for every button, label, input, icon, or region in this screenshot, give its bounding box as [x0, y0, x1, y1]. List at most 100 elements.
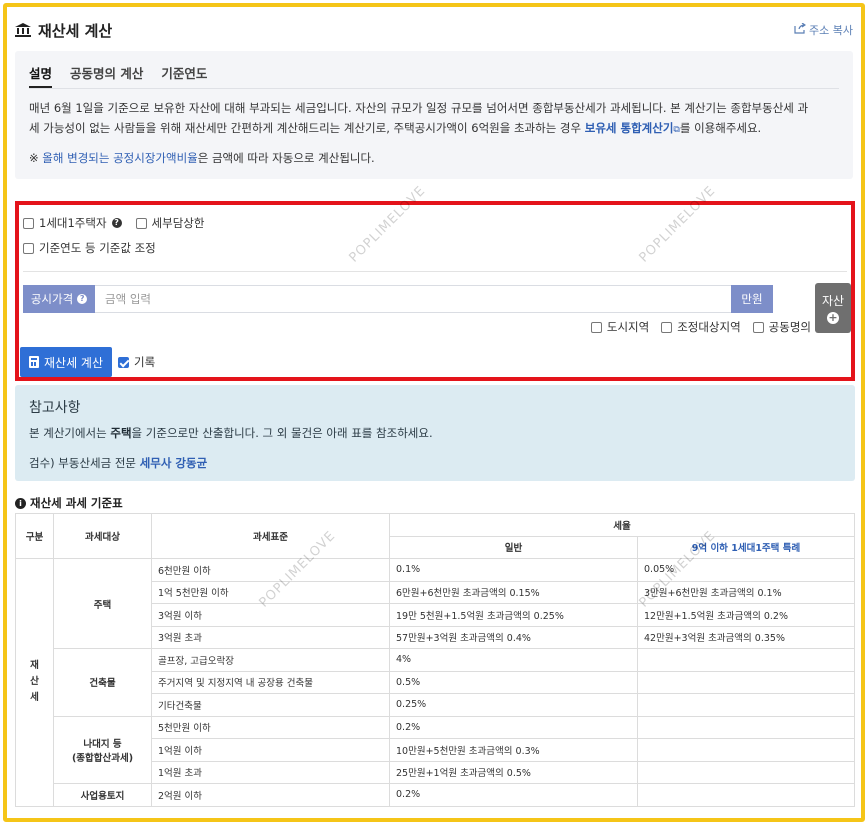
- reviewer-link[interactable]: 세무사 강동균: [140, 456, 207, 470]
- table-body: 재 산 세 주택 6천만원 이하 0.1% 0.05% 1억 5천만원 이하 6만원+6천만…: [15, 558, 855, 807]
- reference-text-post: 을 기준으로만 산출합니다. 그 외 물건은 아래 표를 참조하세요.: [131, 426, 433, 440]
- tab-joint-ownership[interactable]: 공동명의 계산: [70, 63, 143, 88]
- description-line-1: 매년 6월 1일을 기준으로 보유한 자산에 대해 부과되는 세금입니다. 자산…: [29, 101, 809, 115]
- table-title: i 재산세 과세 기준표: [15, 495, 123, 511]
- record-box[interactable]: [118, 356, 129, 368]
- general-cell: 4%: [389, 648, 638, 672]
- note-text: 은 금액에 따라 자동으로 계산됩니다.: [197, 151, 375, 165]
- joint-ownership-checkbox[interactable]: 공동명의: [752, 319, 811, 335]
- header-target: 과세대상: [53, 513, 152, 559]
- standard-cell: 5천만원 이하: [151, 715, 390, 739]
- description-line-2: 세 가능성이 없는 사람들을 위해 재산세만 간편하게 계산해드리는 계산기로,…: [29, 118, 839, 140]
- fair-market-ratio-link[interactable]: 올해 변경되는 공정시장가액비율: [42, 151, 197, 165]
- price-label-text: 공시가격: [30, 292, 74, 306]
- holding-tax-calculator-link[interactable]: 보유세 통합계산기: [585, 121, 674, 135]
- price-input[interactable]: [95, 285, 731, 313]
- record-checkbox[interactable]: 기록: [118, 354, 155, 370]
- special-cell: [637, 648, 855, 672]
- single-house-checkbox[interactable]: 1세대1주택자 ?: [23, 215, 122, 231]
- header-rate: 세율: [389, 513, 855, 537]
- add-asset-button[interactable]: 자산 +: [815, 283, 851, 333]
- page-title: 재산세 계산: [38, 21, 113, 40]
- calculate-button-label: 재산세 계산: [43, 355, 103, 370]
- calculator-icon: [28, 356, 39, 368]
- header: 재산세 계산 주소 복사: [15, 13, 853, 47]
- standard-cell: 3억원 이하: [151, 603, 390, 627]
- header-category: 구분: [15, 513, 54, 559]
- reference-text: 본 계산기에서는 주택을 기준으로만 산출합니다. 그 외 물건은 아래 표를 …: [29, 425, 841, 441]
- special-cell: [637, 670, 855, 694]
- price-input-row: 공시가격 ? 만원: [23, 285, 773, 313]
- help-icon[interactable]: ?: [111, 218, 122, 228]
- base-adjust-label: 기준연도 등 기준값 조정: [39, 241, 156, 255]
- special-cell: [637, 783, 855, 807]
- joint-ownership-label: 공동명의: [768, 320, 811, 334]
- content: 재산세 계산 주소 복사 설명 공동명의 계산 기준연도 매년 6월 1일을 기…: [15, 13, 855, 807]
- calculator-panel: 1세대1주택자 ? 세부담상한 기준연도 등 기준값 조정 공시가격 ? 금액 …: [15, 201, 855, 381]
- general-cell: 10만원+5천만원 초과금액의 0.3%: [389, 738, 638, 762]
- table-row: 재 산 세 주택 6천만원 이하 0.1% 0.05%: [15, 558, 855, 807]
- description-line-2-text: 세 가능성이 없는 사람들을 위해 재산세만 간편하게 계산해드리는 계산기로,…: [29, 121, 585, 135]
- special-cell: 3만원+6천만원 초과금액의 0.1%: [637, 580, 855, 604]
- general-cell: 0.2%: [389, 783, 638, 807]
- adjusted-area-box[interactable]: [661, 321, 673, 333]
- urban-area-label: 도시지역: [606, 320, 650, 334]
- standard-cell: 6천만원 이하: [151, 558, 390, 582]
- standard-cell: 1억 5천만원 이하: [151, 580, 390, 604]
- single-house-box[interactable]: [23, 217, 34, 229]
- special-cell: [637, 693, 855, 717]
- general-cell: 0.25%: [389, 693, 638, 717]
- adjusted-area-checkbox[interactable]: 조정대상지역: [661, 319, 741, 335]
- single-house-label: 1세대1주택자: [39, 216, 107, 230]
- general-cell: 0.5%: [389, 670, 638, 694]
- tab-bar: 설명 공동명의 계산 기준연도: [29, 63, 839, 89]
- copy-address-link[interactable]: 주소 복사: [794, 22, 853, 38]
- standard-cell: 3억원 초과: [151, 625, 390, 649]
- standard-cell: 기타건축물: [151, 693, 390, 717]
- add-asset-label: 자산: [821, 294, 845, 308]
- description-text: 매년 6월 1일을 기준으로 보유한 자산에 대해 부과되는 세금입니다. 자산…: [29, 98, 839, 140]
- tax-table: 구분 과세대상 과세표준 세율 일반 9억 이하 1세대1주택 특례 재 산 세…: [15, 513, 855, 807]
- page-frame: 재산세 계산 주소 복사 설명 공동명의 계산 기준연도 매년 6월 1일을 기…: [3, 3, 865, 822]
- price-label: 공시가격 ?: [23, 285, 95, 313]
- tax-cap-checkbox[interactable]: 세부담상한: [135, 215, 205, 231]
- share-icon: [794, 22, 807, 37]
- bank-icon: [15, 23, 31, 37]
- urban-area-box[interactable]: [590, 321, 602, 333]
- reference-title: 참고사항: [29, 400, 81, 416]
- urban-area-checkbox[interactable]: 도시지역: [590, 319, 650, 335]
- unit-label: 만원: [731, 285, 773, 313]
- copy-address-label: 주소 복사: [809, 24, 853, 37]
- tab-description[interactable]: 설명: [29, 63, 53, 88]
- header-standard: 과세표준: [151, 513, 390, 559]
- table-title-text: 재산세 과세 기준표: [30, 496, 123, 510]
- table-row: 사업용토지 2억원 이하 0.2%: [16, 783, 855, 807]
- general-cell: 57만원+3억원 초과금액의 0.4%: [389, 625, 638, 649]
- region-options: 도시지역 조정대상지역 공동명의: [590, 319, 811, 335]
- base-adjust-checkbox[interactable]: 기준연도 등 기준값 조정: [23, 240, 156, 256]
- note-prefix: ※: [29, 151, 43, 165]
- standard-cell: 골프장, 고급오락장: [151, 648, 390, 672]
- standard-cell: 1억원 이하: [151, 738, 390, 762]
- base-adjust-box[interactable]: [23, 242, 34, 254]
- special-cell: [637, 738, 855, 762]
- tax-cap-label: 세부담상한: [151, 216, 205, 230]
- reference-text-bold: 주택: [110, 426, 132, 440]
- description-line-2-end: 를 이용해주세요.: [679, 121, 762, 135]
- tax-cap-box[interactable]: [135, 217, 147, 229]
- header-general: 일반: [389, 535, 638, 559]
- option-row-1: 1세대1주택자 ? 세부담상한: [23, 215, 204, 231]
- standard-cell: 주거지역 및 지정지역 내 공장용 건축물: [151, 670, 390, 694]
- tab-base-year[interactable]: 기준연도: [161, 63, 207, 88]
- calculate-row: 재산세 계산 기록: [20, 347, 155, 377]
- special-cell: 12만원+1.5억원 초과금액의 0.2%: [637, 603, 855, 627]
- special-cell: 42만원+3억원 초과금액의 0.35%: [637, 625, 855, 649]
- reference-box: 참고사항 본 계산기에서는 주택을 기준으로만 산출합니다. 그 외 물건은 아…: [15, 385, 855, 481]
- calculate-button[interactable]: 재산세 계산: [20, 347, 112, 377]
- note: ※ 올해 변경되는 공정시장가액비율은 금액에 따라 자동으로 계산됩니다.: [29, 150, 839, 166]
- price-help-icon[interactable]: ?: [77, 294, 88, 304]
- general-cell: 0.1%: [389, 558, 638, 582]
- standard-cell: 1억원 초과: [151, 760, 390, 784]
- target-cell: 건축물: [53, 648, 152, 717]
- joint-ownership-box[interactable]: [752, 321, 764, 333]
